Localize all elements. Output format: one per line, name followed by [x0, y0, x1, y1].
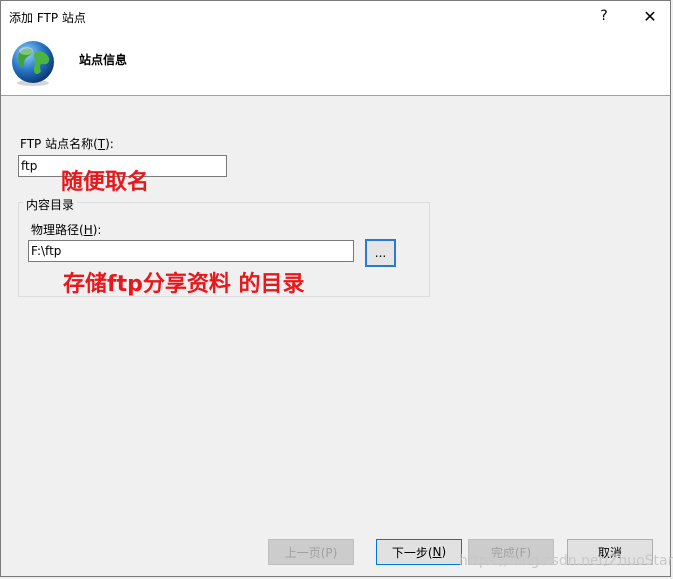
globe-icon	[12, 41, 54, 86]
next-button-text: 下一步(	[391, 545, 433, 560]
help-button[interactable]: ?	[593, 5, 615, 27]
site-name-label: FTP 站点名称(T):	[20, 135, 114, 152]
next-button-key: N	[432, 545, 442, 559]
physical-path-label-text: 物理路径(	[31, 223, 84, 237]
browse-button[interactable]: ...	[365, 239, 396, 267]
add-ftp-site-dialog: 添加 FTP 站点 ? ✕ 站点信息 FTP 站点名称(T): 随便取名 内容目…	[0, 0, 673, 577]
site-name-label-end: ):	[105, 137, 114, 151]
next-button[interactable]: 下一步(N)	[376, 539, 462, 565]
wizard-header: 站点信息	[1, 31, 670, 96]
next-button-end: )	[441, 545, 447, 559]
close-button[interactable]: ✕	[639, 5, 661, 27]
previous-button[interactable]: 上一页(P)	[268, 539, 354, 565]
page-title: 站点信息	[79, 53, 128, 67]
physical-path-label-key: H	[83, 223, 93, 237]
site-name-label-text: FTP 站点名称(	[20, 137, 98, 151]
path-annotation: 存储ftp分享资料 的目录	[63, 272, 305, 297]
title-bar: 添加 FTP 站点 ? ✕	[1, 1, 670, 31]
physical-path-label-end: ):	[92, 223, 102, 237]
physical-path-input[interactable]	[28, 240, 354, 262]
site-name-annotation: 随便取名	[61, 170, 150, 195]
window-title: 添加 FTP 站点	[9, 11, 86, 25]
site-name-label-key: T	[97, 137, 106, 151]
watermark: https://blog.csdn.net/ZhuoStar	[459, 553, 673, 569]
physical-path-label: 物理路径(H):	[31, 221, 101, 238]
content-directory-legend: 内容目录	[23, 196, 78, 213]
